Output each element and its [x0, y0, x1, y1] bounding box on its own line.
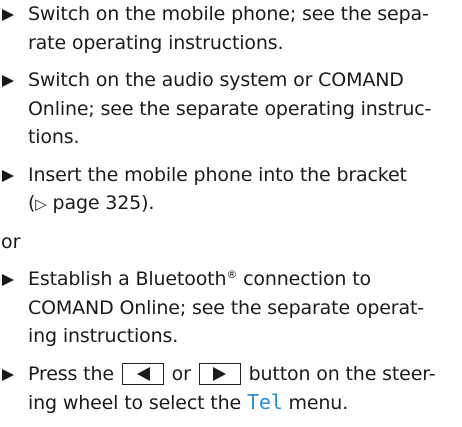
step-text-line: Switch on the mobile phone; see the sepa…	[28, 3, 429, 25]
step-text-line: tions.	[28, 126, 80, 148]
step-bullet-icon	[2, 169, 14, 182]
steering-right-button	[198, 362, 241, 385]
step-press-button: Press the or button on the steer- ing wh…	[0, 360, 462, 418]
step-bullet-icon	[2, 274, 14, 286]
step-bluetooth-connection: Establish a Bluetooth® connection to COM…	[0, 265, 462, 351]
step-bullet-icon	[2, 75, 14, 87]
step-text-line: Switch on the audio system or COMAND	[28, 69, 404, 91]
page-reference-icon: ▷	[35, 195, 47, 213]
instruction-list: Switch on the mobile phone; see the sepa…	[0, 0, 462, 427]
step-text-line: Online; see the separate operating instr…	[28, 97, 432, 120]
steering-left-button	[121, 362, 164, 385]
registered-mark: ®	[226, 268, 238, 281]
step-text-fragment: Press the	[28, 362, 114, 385]
step-bullet-icon	[2, 368, 14, 381]
arrow-left-icon	[136, 366, 150, 381]
step-bullet-icon	[2, 9, 14, 21]
step-switch-on-audio: Switch on the audio system or COMAND Onl…	[0, 66, 462, 152]
step-text-line: ing instructions.	[28, 325, 179, 347]
step-text-fragment: button on the steer-	[248, 362, 436, 385]
step-text-line: rate operating instructions.	[28, 31, 284, 54]
step-text-line: COMAND Online; see the separate operat-	[28, 296, 424, 319]
step-text-line: Insert the mobile phone into the bracket	[28, 163, 407, 186]
arrow-right-icon	[212, 366, 226, 381]
step-text-fragment: Establish a Bluetooth	[28, 268, 227, 290]
page-reference-link[interactable]: page 325	[53, 192, 142, 214]
step-text-fragment: or	[171, 362, 191, 385]
step-switch-on-phone: Switch on the mobile phone; see the sepa…	[0, 0, 462, 57]
step-insert-phone: Insert the mobile phone into the bracket…	[0, 161, 462, 219]
close-paren: ).	[141, 192, 155, 214]
step-text-fragment: ing wheel to select the	[28, 392, 242, 414]
or-separator: or	[1, 230, 21, 253]
step-text-fragment: connection to	[237, 268, 371, 290]
tel-menu-label: Tel	[246, 390, 283, 414]
step-text-fragment: menu.	[288, 392, 349, 414]
